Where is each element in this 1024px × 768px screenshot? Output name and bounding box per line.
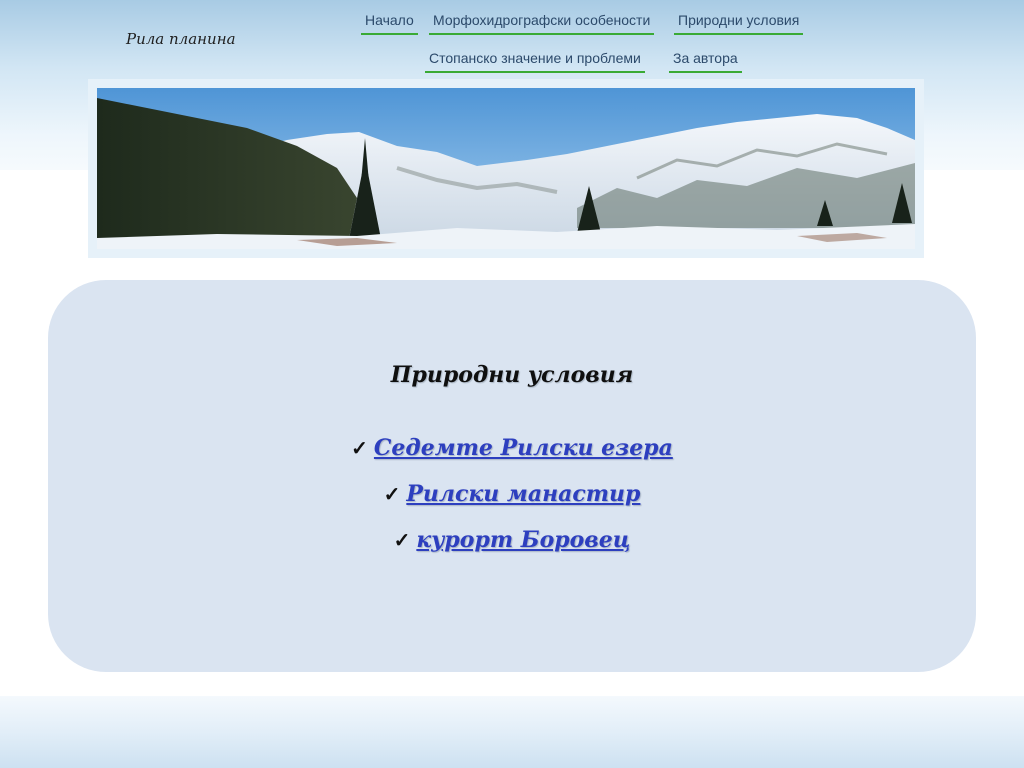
banner-image xyxy=(97,88,915,249)
topic-link-list: ✓ Седемте Рилски езера ✓ Рилски манастир ✓… xyxy=(48,430,976,568)
site-title: Рила планина xyxy=(126,30,236,48)
nav-natural-conditions[interactable]: Природни условия xyxy=(674,12,804,35)
page-title: Природни условия xyxy=(390,362,634,388)
footer-background xyxy=(0,696,1024,768)
checkmark-icon: ✓ xyxy=(383,482,401,506)
content-panel: Природни условия ✓ Седемте Рилски езера ✓… xyxy=(48,280,976,672)
list-item: ✓ курорт Боровец xyxy=(48,522,976,568)
list-item: ✓ Седемте Рилски езера xyxy=(48,430,976,476)
nav-economic-significance[interactable]: Стопанско значение и проблеми xyxy=(425,50,645,73)
mountain-panorama-image xyxy=(97,88,915,249)
nav-morphohydrography[interactable]: Морфохидрографски особености xyxy=(429,12,655,35)
banner-frame xyxy=(88,79,924,258)
link-borovets-resort[interactable]: курорт Боровец xyxy=(416,527,630,553)
checkmark-icon: ✓ xyxy=(393,528,411,552)
nav-home[interactable]: Начало xyxy=(361,12,418,35)
link-seven-rila-lakes[interactable]: Седемте Рилски езера xyxy=(374,435,673,461)
nav-about-author[interactable]: За автора xyxy=(669,50,742,73)
checkmark-icon: ✓ xyxy=(351,436,368,460)
list-item: ✓ Рилски манастир xyxy=(48,476,976,522)
link-rila-monastery[interactable]: Рилски манастир xyxy=(406,481,640,507)
